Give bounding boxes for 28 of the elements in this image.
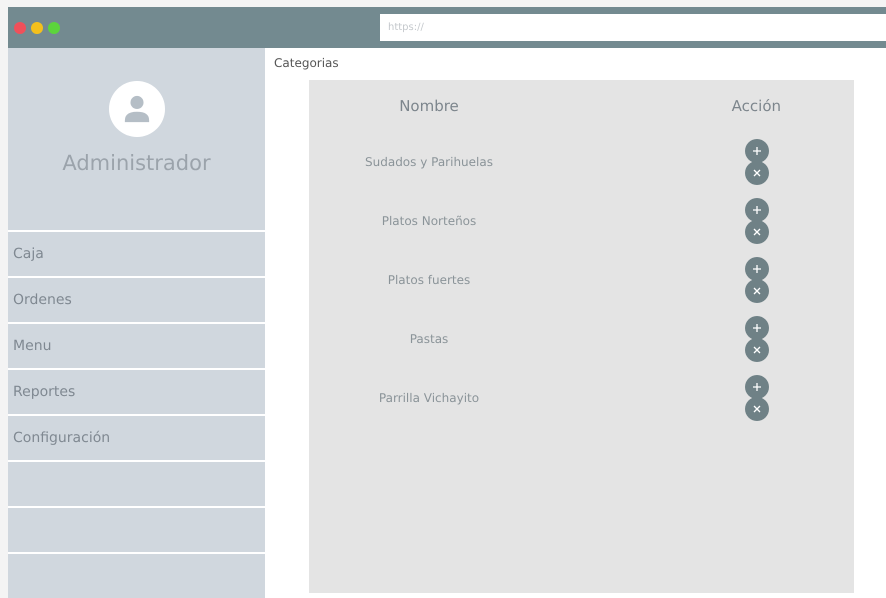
page-title: Categorias (274, 55, 340, 72)
category-name: Sudados y Parihuelas (365, 154, 493, 168)
category-name: Parrilla Vichayito (378, 390, 480, 404)
category-name: Pastas (410, 332, 448, 346)
add-button-icon[interactable] (745, 256, 769, 280)
maximize-dot-icon[interactable] (48, 22, 60, 34)
close-dot-icon[interactable] (14, 22, 26, 34)
delete-button-icon[interactable] (745, 338, 769, 362)
category-name: Platos fuertes (388, 272, 470, 286)
url-field[interactable]: https:// (380, 14, 886, 41)
sidebar-item[interactable]: Caja (8, 232, 265, 276)
delete-button-icon[interactable] (745, 396, 769, 420)
add-button-icon[interactable] (745, 316, 769, 340)
add-button-icon[interactable] (745, 374, 769, 398)
sidebar-item[interactable]: Ordenes (8, 278, 265, 322)
sidebar-item[interactable]: Configuración (8, 416, 265, 460)
minimize-dot-icon[interactable] (31, 22, 43, 34)
category-name: Platos Norteños (382, 214, 476, 228)
delete-button-icon[interactable] (745, 160, 769, 184)
sidebar-item[interactable]: Reportes (8, 370, 265, 414)
add-button-icon[interactable] (745, 138, 769, 162)
add-button-icon[interactable] (745, 198, 769, 222)
delete-button-icon[interactable] (745, 278, 769, 302)
column-header: Nombre (399, 97, 459, 115)
user-avatar-icon (108, 81, 164, 137)
sidebar-item[interactable]: Menu (8, 324, 265, 368)
delete-button-icon[interactable] (745, 220, 769, 244)
column-header: Acción (732, 97, 781, 115)
